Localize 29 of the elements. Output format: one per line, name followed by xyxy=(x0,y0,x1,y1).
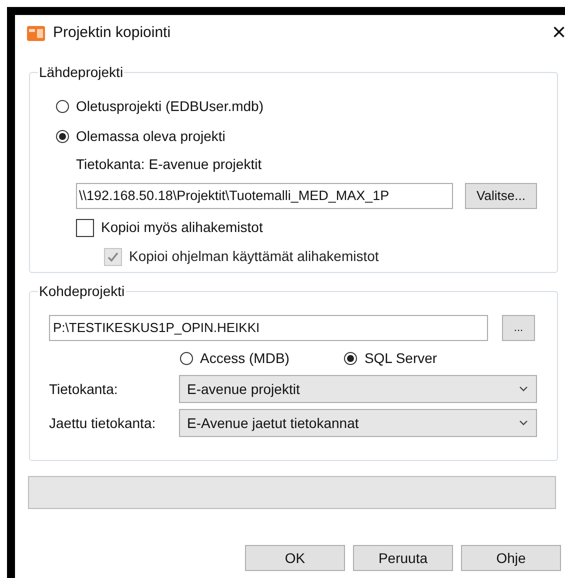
checkbox-label[interactable]: Kopioi myös alihakemistot xyxy=(101,217,263,238)
radio-button[interactable] xyxy=(56,130,69,143)
source-path-field[interactable]: \\192.168.50.18\Projektit\Tuotemalli_MED_MAX_1P xyxy=(76,183,453,209)
database-value: E-avenue projektit xyxy=(148,155,262,174)
app-icon xyxy=(26,24,46,42)
radio-label[interactable]: Olemassa oleva projekti xyxy=(76,126,226,147)
select-label: Tietokanta: xyxy=(49,380,119,398)
radio-label[interactable]: Access (MDB) xyxy=(200,348,290,369)
check-icon xyxy=(107,250,119,262)
chevron-down-icon xyxy=(519,420,528,426)
select-label: Jaettu tietokanta: xyxy=(49,414,157,432)
database-label: Tietokanta: xyxy=(76,155,145,174)
radio-label[interactable]: SQL Server xyxy=(364,348,438,369)
dialog-button[interactable]: Peruuta xyxy=(353,545,453,571)
radio-label[interactable]: Oletusprojekti (EDBUser.mdb) xyxy=(76,96,264,117)
dropdown[interactable]: E-avenue projektit xyxy=(179,375,537,403)
target-path-field[interactable]: P:\TESTIKESKUS1P_OPIN.HEIKKI xyxy=(49,315,488,341)
close-button[interactable]: × xyxy=(552,21,565,45)
window-title: Projektin kopiointi xyxy=(53,22,171,43)
dropdown[interactable]: E-Avenue jaetut tietokannat xyxy=(179,409,537,437)
radio-button[interactable] xyxy=(180,352,193,365)
browse-button[interactable]: Valitse... xyxy=(465,183,537,209)
browse-button[interactable]: ... xyxy=(502,315,535,341)
dialog-button[interactable]: OK xyxy=(245,545,345,571)
radio-button[interactable] xyxy=(56,100,69,113)
radio-button[interactable] xyxy=(344,352,358,365)
chevron-down-icon xyxy=(519,386,528,392)
dialog-button[interactable]: Ohje xyxy=(461,545,561,571)
checkbox[interactable] xyxy=(76,218,94,236)
